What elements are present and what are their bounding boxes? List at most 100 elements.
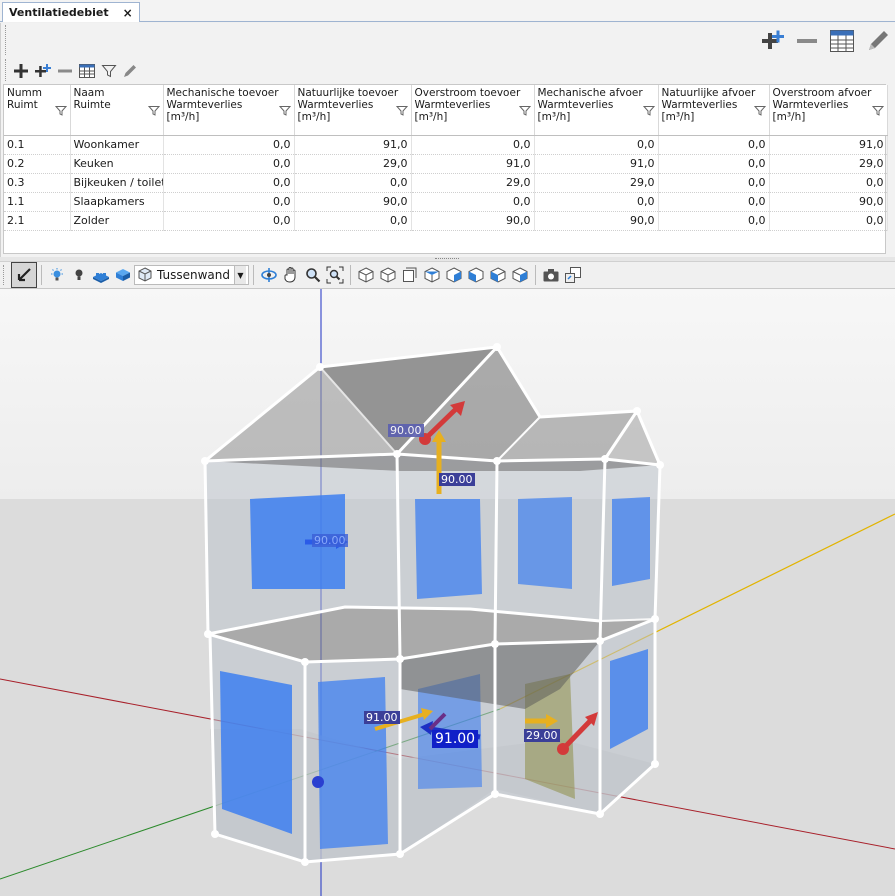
view-top-icon[interactable]: [377, 264, 399, 286]
table-cell[interactable]: Woonkamer: [70, 135, 164, 155]
add-multiple-icon[interactable]: [759, 28, 785, 54]
table-cell[interactable]: Zolder: [70, 211, 164, 231]
view-bottom-icon[interactable]: [487, 264, 509, 286]
view-right-icon[interactable]: [465, 264, 487, 286]
table-cell[interactable]: Keuken: [70, 154, 164, 174]
table-cell[interactable]: 29,0: [411, 173, 535, 193]
table-cell[interactable]: 0,0: [294, 173, 412, 193]
export-icon[interactable]: [562, 264, 584, 286]
table-cell[interactable]: 91,0: [411, 154, 535, 174]
table-cell[interactable]: Slaapkamers: [70, 192, 164, 212]
column-filter-icon[interactable]: [278, 105, 291, 117]
column-header-1[interactable]: Naam Ruimte: [70, 85, 164, 136]
view-toolbar-grip[interactable]: [3, 265, 11, 285]
table-cell[interactable]: 0,0: [769, 173, 888, 193]
select-arrow-icon[interactable]: [11, 262, 37, 288]
chevron-down-icon[interactable]: ▼: [234, 266, 246, 284]
column-filter-icon[interactable]: [753, 105, 766, 117]
orbit-icon[interactable]: [258, 264, 280, 286]
table-cell[interactable]: 90,0: [411, 211, 535, 231]
minus-icon[interactable]: [57, 63, 73, 79]
table-cell[interactable]: 0.1: [4, 135, 71, 155]
table-cell[interactable]: 0,0: [658, 173, 770, 193]
table-cell[interactable]: 0,0: [534, 192, 659, 212]
table-icon[interactable]: [829, 28, 855, 54]
column-filter-icon[interactable]: [518, 105, 531, 117]
column-header-4[interactable]: Overstroom toevoer Warmteverlies [m³/h]: [411, 85, 535, 136]
tab-close-icon[interactable]: ×: [123, 6, 133, 20]
zoom-icon[interactable]: [302, 264, 324, 286]
blocks-icon[interactable]: [90, 264, 112, 286]
table-cell[interactable]: 29,0: [769, 154, 888, 174]
column-header-0[interactable]: Numm Ruimt: [4, 85, 71, 136]
column-header-7[interactable]: Overstroom afvoer Warmteverlies [m³/h]: [769, 85, 888, 136]
table-cell[interactable]: 91,0: [294, 135, 412, 155]
toolbar-grip[interactable]: [5, 25, 7, 55]
view-perspective-icon[interactable]: [509, 264, 531, 286]
column-header-3[interactable]: Natuurlijke toevoer Warmteverlies [m³/h]: [294, 85, 412, 136]
3d-scene[interactable]: [0, 289, 895, 896]
table-cell[interactable]: Bijkeuken / toilet: [70, 173, 164, 193]
table-cell[interactable]: 0,0: [411, 135, 535, 155]
view-back-icon[interactable]: [421, 264, 443, 286]
table-cell[interactable]: 90,0: [294, 192, 412, 212]
pan-hand-icon[interactable]: [280, 264, 302, 286]
table-cell[interactable]: 0,0: [658, 192, 770, 212]
column-header-6[interactable]: Natuurlijke afvoer Warmteverlies [m³/h]: [658, 85, 770, 136]
plus-icon[interactable]: [13, 63, 29, 79]
column-filter-icon[interactable]: [54, 105, 67, 117]
table-cell[interactable]: 91,0: [769, 135, 888, 155]
table-cell[interactable]: 0,0: [163, 192, 295, 212]
table-cell[interactable]: 0,0: [163, 173, 295, 193]
bulb-icon[interactable]: [68, 264, 90, 286]
filter-icon[interactable]: [101, 63, 117, 79]
toolbar-grip-small[interactable]: [5, 59, 7, 81]
table-row[interactable]: 0.1 Woonkamer 0,0 91,0 0,0 0,0 0,0 91,0: [4, 135, 888, 155]
table-small-icon[interactable]: [78, 63, 96, 79]
tab-ventilatiedebiet[interactable]: Ventilatiedebiet ×: [2, 2, 140, 22]
cube-blue-icon[interactable]: [112, 264, 134, 286]
table-row[interactable]: 1.1 Slaapkamers 0,0 90,0 0,0 0,0 0,0 90,0: [4, 192, 888, 212]
table-cell[interactable]: 0,0: [411, 192, 535, 212]
table-cell[interactable]: 0,0: [534, 135, 659, 155]
remove-icon[interactable]: [795, 28, 819, 54]
table-cell[interactable]: 0,0: [163, 211, 295, 231]
table-cell[interactable]: 0,0: [163, 154, 295, 174]
table-cell[interactable]: 1.1: [4, 192, 71, 212]
view-front-icon[interactable]: [399, 264, 421, 286]
table-cell[interactable]: 0,0: [658, 154, 770, 174]
column-header-5[interactable]: Mechanische afvoer Warmteverlies [m³/h]: [534, 85, 659, 136]
table-cell[interactable]: 0.3: [4, 173, 71, 193]
3d-viewport[interactable]: 90.00 90.00 90.00 91.00 91.00 29.00: [0, 289, 895, 896]
table-row[interactable]: 0.3 Bijkeuken / toilet 0,0 0,0 29,0 29,0 0,0 0,…: [4, 173, 888, 193]
column-filter-icon[interactable]: [642, 105, 655, 117]
screenshot-icon[interactable]: [540, 264, 562, 286]
table-cell[interactable]: 0,0: [769, 211, 888, 231]
view-iso-icon[interactable]: [355, 264, 377, 286]
table-row[interactable]: 2.1 Zolder 0,0 0,0 90,0 90,0 0,0 0,0: [4, 211, 888, 231]
table-row[interactable]: 0.2 Keuken 0,0 29,0 91,0 91,0 0,0 29,0: [4, 154, 888, 174]
table-cell[interactable]: 91,0: [534, 154, 659, 174]
table-cell[interactable]: 0.2: [4, 154, 71, 174]
flow-label-living-big: 91.00: [432, 730, 479, 748]
table-cell[interactable]: 0,0: [163, 135, 295, 155]
add-multiple-small-icon[interactable]: [34, 63, 52, 79]
table-cell[interactable]: 0,0: [294, 211, 412, 231]
view-left-icon[interactable]: [443, 264, 465, 286]
column-filter-icon[interactable]: [147, 105, 160, 117]
table-cell[interactable]: 90,0: [769, 192, 888, 212]
layer-select[interactable]: Tussenwand ▼: [134, 265, 249, 285]
table-cell[interactable]: 0,0: [658, 135, 770, 155]
edit-icon[interactable]: [122, 63, 138, 79]
table-cell[interactable]: 90,0: [534, 211, 659, 231]
column-filter-icon[interactable]: [871, 105, 884, 117]
light-icon[interactable]: [46, 264, 68, 286]
column-filter-icon[interactable]: [395, 105, 408, 117]
zoom-extents-icon[interactable]: [324, 264, 346, 286]
pencil-icon[interactable]: [865, 28, 891, 54]
table-cell[interactable]: 29,0: [294, 154, 412, 174]
table-cell[interactable]: 2.1: [4, 211, 71, 231]
table-cell[interactable]: 0,0: [658, 211, 770, 231]
column-header-2[interactable]: Mechanische toevoer Warmteverlies [m³/h]: [163, 85, 295, 136]
table-cell[interactable]: 29,0: [534, 173, 659, 193]
